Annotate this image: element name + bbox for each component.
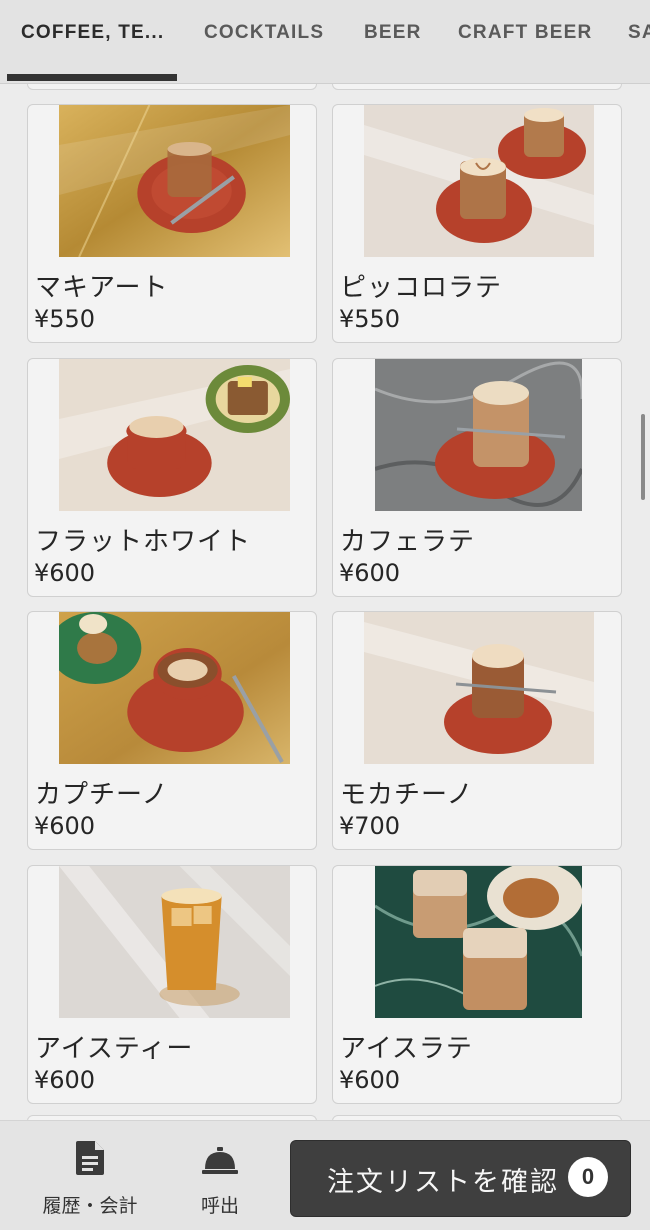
card-edge bbox=[27, 84, 317, 90]
history-checkout-label: 履歴・会計 bbox=[42, 1195, 138, 1217]
menu-app: COFFEE, TE... COCKTAILS BEER CRAFT BEER … bbox=[0, 0, 650, 1230]
view-order-list-button[interactable]: 注文リストを確認 0 bbox=[290, 1140, 631, 1217]
menu-card-flat-white[interactable]: フラットホワイト ¥600 bbox=[27, 358, 317, 597]
piccolo-latte-photo bbox=[364, 105, 594, 257]
item-name: マキアート bbox=[35, 273, 169, 303]
menu-card-iced-latte[interactable]: アイスラテ ¥600 bbox=[332, 865, 622, 1104]
card-edge bbox=[332, 84, 622, 90]
menu-card-macchiato[interactable]: マキアート ¥550 bbox=[27, 104, 317, 343]
scrollbar-thumb[interactable] bbox=[641, 414, 645, 500]
item-price: ¥550 bbox=[34, 305, 96, 333]
service-bell-icon bbox=[202, 1147, 238, 1179]
iced-tea-photo bbox=[59, 866, 290, 1018]
item-name: カフェラテ bbox=[340, 527, 476, 557]
item-name: カプチーノ bbox=[35, 780, 169, 810]
cafe-latte-photo bbox=[375, 359, 582, 511]
document-icon bbox=[76, 1141, 104, 1179]
tab-craft-beer[interactable]: CRAFT BEER bbox=[458, 0, 592, 82]
tab-cocktails[interactable]: COCKTAILS bbox=[204, 0, 324, 82]
item-name: アイスラテ bbox=[340, 1034, 473, 1064]
menu-card-piccolo-latte[interactable]: ピッコロラテ ¥550 bbox=[332, 104, 622, 343]
item-price: ¥600 bbox=[34, 812, 96, 840]
item-price: ¥600 bbox=[339, 1066, 401, 1094]
category-tab-bar: COFFEE, TE... COCKTAILS BEER CRAFT BEER … bbox=[0, 0, 650, 84]
item-name: モカチーノ bbox=[340, 780, 474, 810]
item-price: ¥700 bbox=[339, 812, 401, 840]
mochaccino-photo bbox=[364, 612, 594, 764]
active-tab-indicator bbox=[7, 74, 177, 81]
item-price: ¥600 bbox=[34, 1066, 96, 1094]
item-name: アイスティー bbox=[35, 1034, 194, 1064]
history-checkout-button[interactable]: 履歴・会計 bbox=[30, 1121, 150, 1230]
item-price: ¥600 bbox=[339, 559, 401, 587]
call-staff-label: 呼出 bbox=[200, 1195, 239, 1217]
item-name: フラットホワイト bbox=[35, 527, 252, 557]
item-price: ¥600 bbox=[34, 559, 96, 587]
item-price: ¥550 bbox=[339, 305, 401, 333]
menu-card-cafe-latte[interactable]: カフェラテ ¥600 bbox=[332, 358, 622, 597]
call-staff-button[interactable]: 呼出 bbox=[180, 1121, 260, 1230]
menu-grid[interactable]: マキアート ¥550 ピッコロラテ ¥550 フラットホワイト ¥600 カフェ… bbox=[0, 84, 650, 1120]
flat-white-photo bbox=[59, 359, 290, 511]
order-list-label: 注文リストを確認 bbox=[327, 1167, 559, 1198]
tab-beer[interactable]: BEER bbox=[364, 0, 422, 82]
tab-coffee-tea[interactable]: COFFEE, TE... bbox=[21, 0, 164, 82]
bottom-action-bar: 履歴・会計 呼出 注文リストを確認 0 bbox=[0, 1120, 650, 1230]
menu-card-mochaccino[interactable]: モカチーノ ¥700 bbox=[332, 611, 622, 850]
item-name: ピッコロラテ bbox=[340, 273, 503, 303]
tab-sa[interactable]: SA bbox=[628, 0, 650, 82]
order-count-badge: 0 bbox=[568, 1157, 608, 1197]
macchiato-photo bbox=[59, 105, 290, 257]
iced-latte-photo bbox=[375, 866, 582, 1018]
menu-card-cappuccino[interactable]: カプチーノ ¥600 bbox=[27, 611, 317, 850]
menu-card-iced-tea[interactable]: アイスティー ¥600 bbox=[27, 865, 317, 1104]
cappuccino-photo bbox=[59, 612, 290, 764]
